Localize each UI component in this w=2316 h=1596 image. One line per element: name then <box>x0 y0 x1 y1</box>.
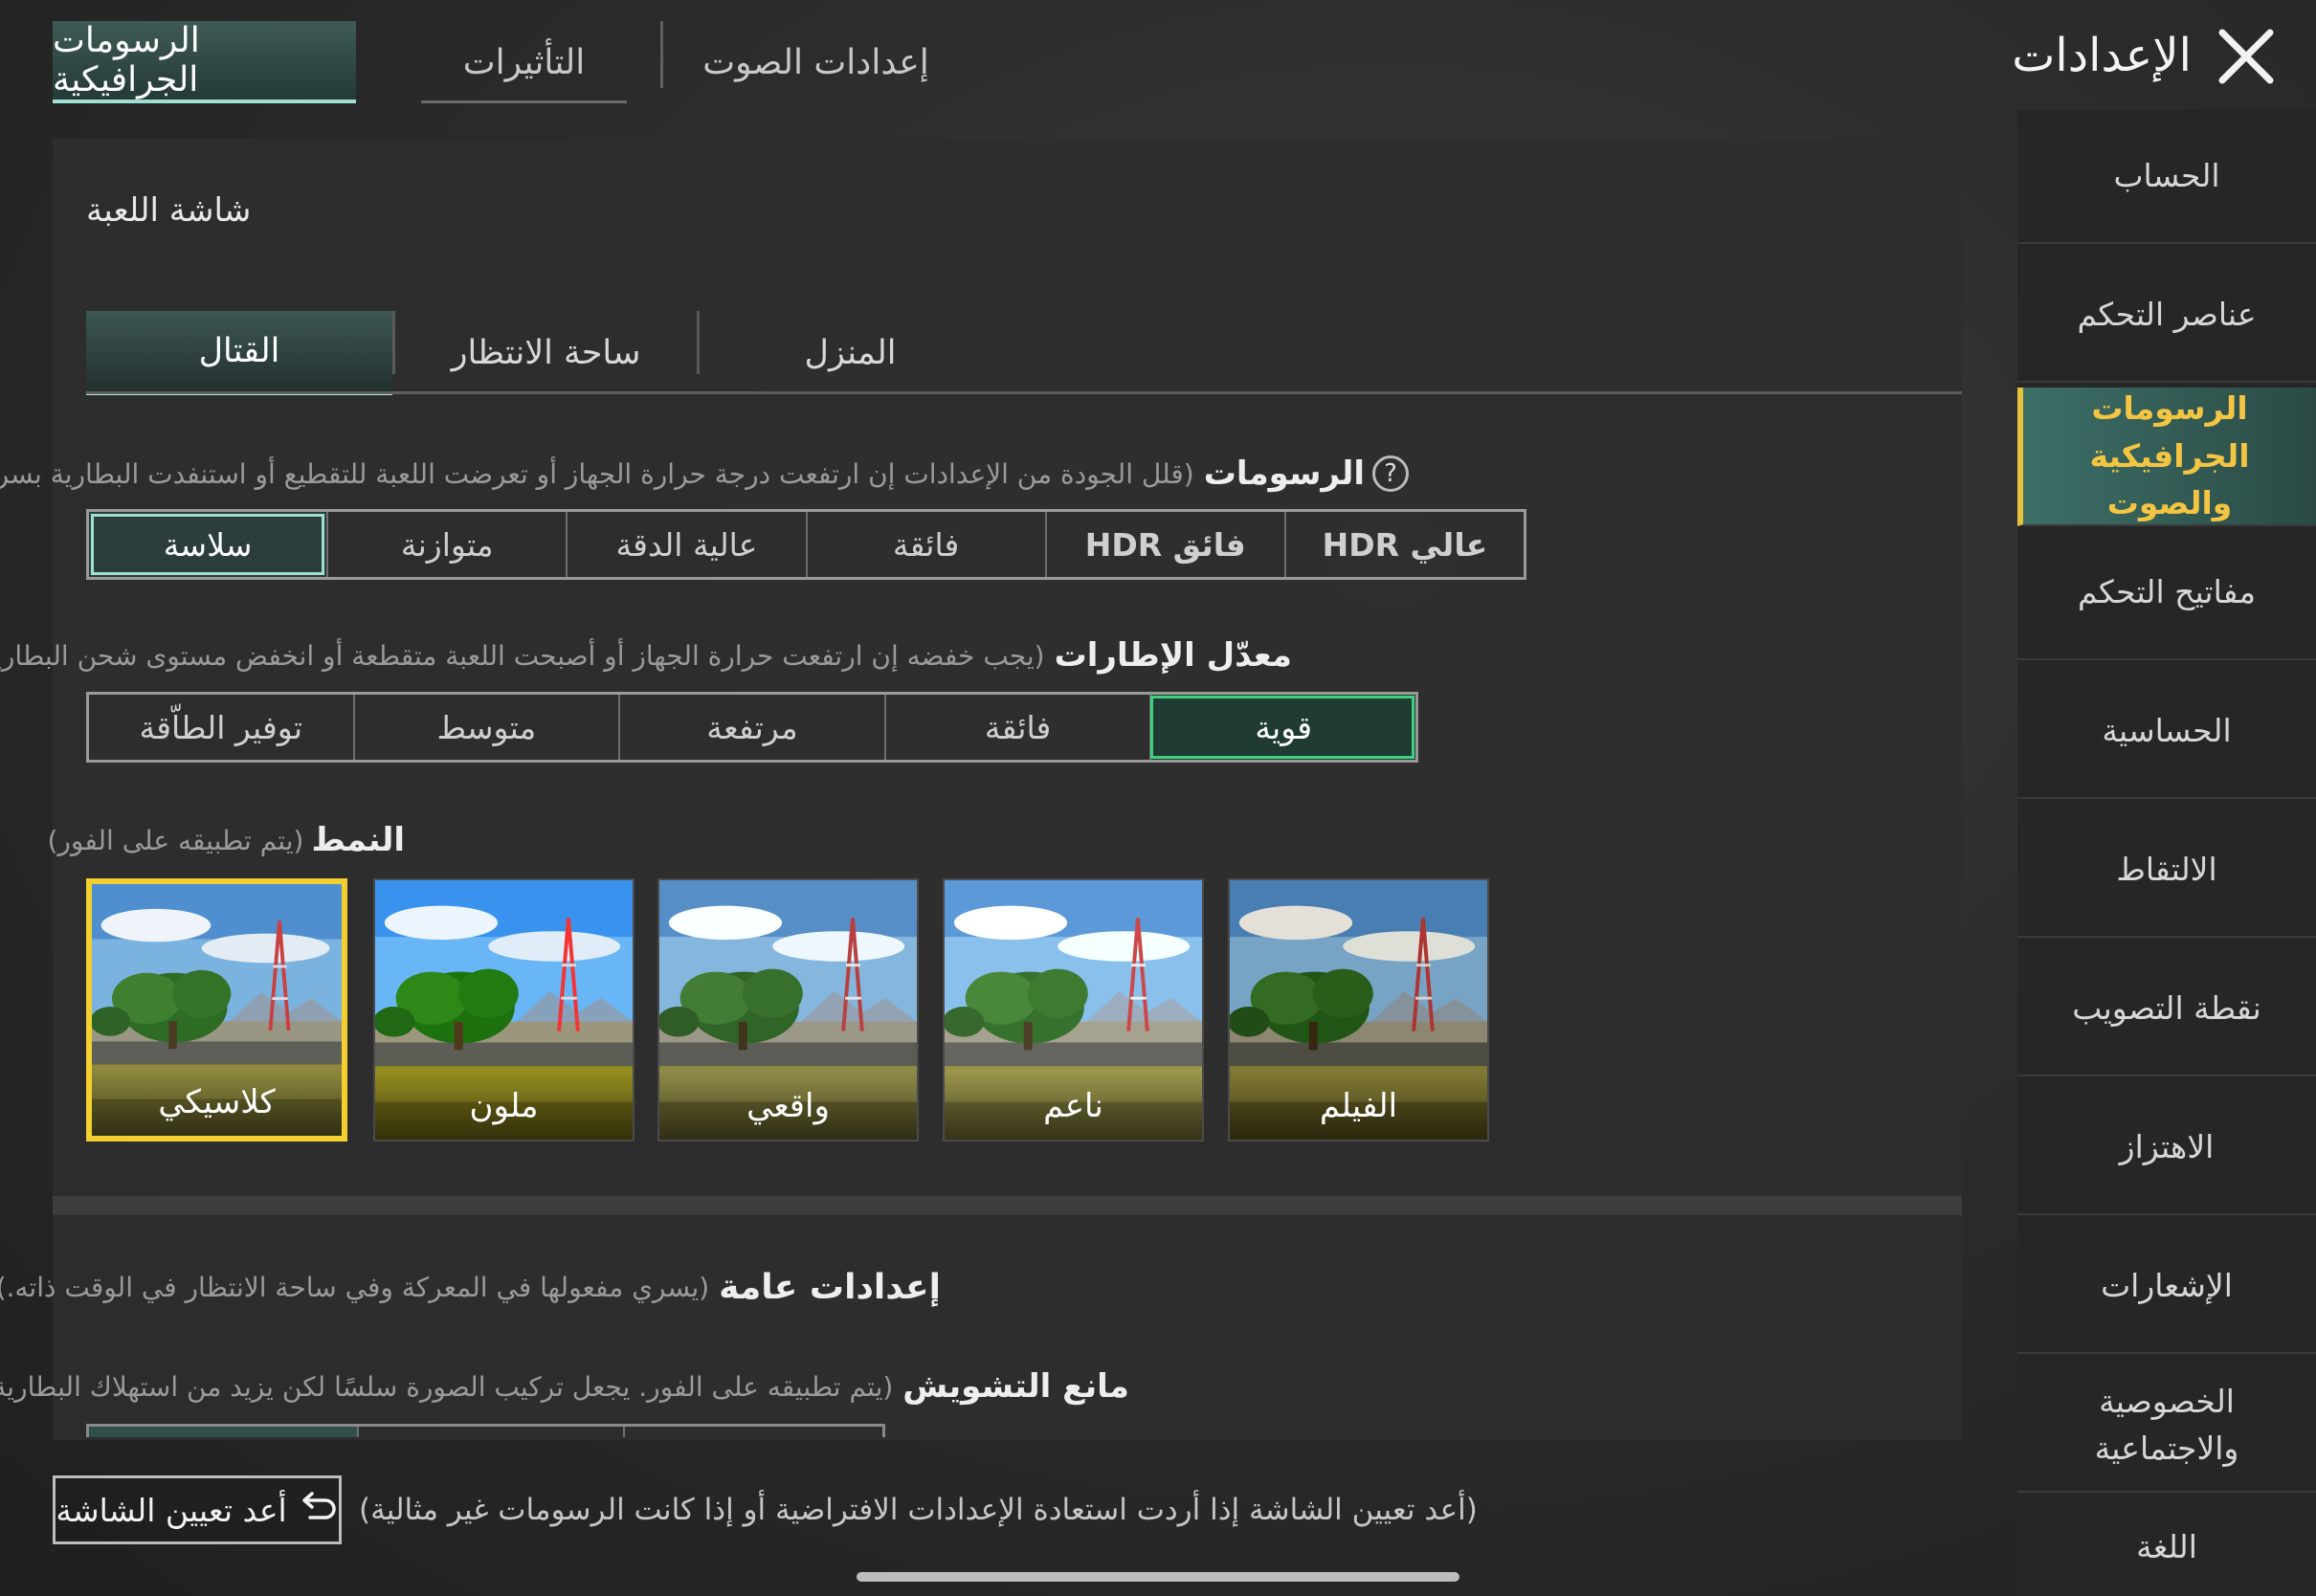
sidebar-item-control-keys[interactable]: مفاتيح التحكم <box>2017 526 2316 660</box>
style-label: النمط <box>311 821 405 859</box>
sidebar-item-label: الرسومات الجرافيكية والصوت <box>2089 389 2250 522</box>
general-settings-row: إعدادات عامة (يسري مفعولها في المعركة وف… <box>0 1261 941 1313</box>
sidebar-item-crosshair[interactable]: نقطة التصويب <box>2017 942 2316 1076</box>
tab-home-label: المنزل <box>804 334 897 372</box>
sidebar-item-label: مفاتيح التحكم <box>2077 573 2257 611</box>
tab-sound-settings[interactable]: إعدادات الصوت <box>689 21 943 103</box>
tab-combat[interactable]: القتال <box>86 311 392 395</box>
close-icon[interactable] <box>2213 23 2280 90</box>
frame-rate-hint: (يجب خفضه إن ارتفعت حرارة الجهاز أو أصبح… <box>0 639 1045 672</box>
style-caption: الفيلم <box>1230 1073 1487 1140</box>
frame-rate-label: معدّل الإطارات <box>1054 636 1292 675</box>
sidebar-item-label: الإشعارات <box>2101 1267 2233 1305</box>
general-settings-hint: (يسري مفعولها في المعركة وفي ساحة الانتظ… <box>0 1271 710 1303</box>
sidebar-item-label: الالتقاط <box>2116 851 2217 889</box>
graphics-quality-selector: سلاسة متوازنة عالية الدقة فائقة HDR فائق… <box>86 509 1526 580</box>
reset-arrow-icon <box>301 1490 339 1530</box>
screen-section-title: شاشة اللعبة <box>86 191 252 230</box>
tab-sound-label: إعدادات الصوت <box>702 42 929 82</box>
frame-rate-option-ultra[interactable]: فائقة <box>883 695 1150 760</box>
graphics-hint: (قلل الجودة من الإعدادات إن ارتفعت درجة … <box>0 457 1194 490</box>
top-bar: الرسومات الجرافيكية التأثيرات إعدادات ال… <box>0 0 2316 134</box>
graphics-label: الرسومات <box>1203 454 1365 493</box>
graphics-option-high-hdr[interactable]: HDR عالي <box>1283 512 1524 577</box>
frame-rate-option-power-saving[interactable]: توفير الطاّقة <box>89 695 353 760</box>
page-title: الإعدادات <box>2012 29 2192 82</box>
sidebar-item-label: اللغة <box>2136 1527 2197 1565</box>
graphics-option-ultra[interactable]: فائقة <box>805 512 1045 577</box>
graphics-option-balanced[interactable]: متوازنة <box>326 512 566 577</box>
sidebar-item-label: نقطة التصويب <box>2072 989 2261 1028</box>
sidebar-item-label: الحساب <box>2113 157 2220 195</box>
reset-screen-button[interactable]: أعد تعيين الشاشة <box>53 1475 342 1544</box>
sidebar-item-graphics-audio[interactable]: الرسومات الجرافيكية والصوت <box>2017 388 2316 526</box>
tab-combat-label: القتال <box>198 332 280 370</box>
sidebar-item-label: عناصر التحكم <box>2077 296 2257 334</box>
style-option-classic[interactable]: كلاسيكي <box>86 878 347 1142</box>
section-divider <box>53 1196 1962 1215</box>
sidebar-item-pickup[interactable]: الالتقاط <box>2017 804 2316 938</box>
sidebar-item-language[interactable]: اللغة <box>2017 1497 2316 1596</box>
sidebar-item-vibration[interactable]: الاهتزاز <box>2017 1081 2316 1215</box>
reset-screen-hint: (أعد تعيين الشاشة إذا أردت استعادة الإعد… <box>359 1493 1478 1527</box>
anti-aliasing-row: مانع التشويش (يتم تطبيقه على الفور. يجعل… <box>0 1361 1129 1412</box>
tab-lobby-label: ساحة الانتظار <box>451 334 641 372</box>
anti-aliasing-label: مانع التشويش <box>902 1367 1129 1406</box>
style-caption: ناعم <box>945 1073 1202 1140</box>
style-option-colorful[interactable]: ملون <box>373 878 635 1142</box>
graphics-label-row: ? الرسومات (قلل الجودة من الإعدادات إن ا… <box>0 450 1409 498</box>
frame-rate-option-strong[interactable]: قوية <box>1149 695 1415 760</box>
style-option-film[interactable]: الفيلم <box>1228 878 1489 1142</box>
subtabs-underline <box>86 391 1962 394</box>
tab-effects[interactable]: التأثيرات <box>421 21 627 103</box>
sidebar-item-label: الخصوصية والاجتماعية <box>2094 1382 2239 1468</box>
sidebar-item-notifications[interactable]: الإشعارات <box>2017 1220 2316 1354</box>
frame-rate-label-row: معدّل الإطارات (يجب خفضه إن ارتفعت حرارة… <box>0 632 1292 679</box>
style-label-row: النمط (يتم تطبيقه على الفور) <box>47 816 405 864</box>
frame-rate-selector: توفير الطاّقة متوسط مرتفعة فائقة قوية <box>86 692 1418 763</box>
style-caption: واقعي <box>659 1073 917 1140</box>
tab-graphics[interactable]: الرسومات الجرافيكية <box>53 21 356 103</box>
sidebar-item-label: الاهتزاز <box>2119 1128 2215 1166</box>
anti-aliasing-selector[interactable] <box>86 1424 885 1437</box>
help-icon[interactable]: ? <box>1372 455 1409 492</box>
tab-graphics-label: الرسومات الجرافيكية <box>53 21 200 100</box>
sidebar-item-account[interactable]: الحساب <box>2017 110 2316 244</box>
graphics-option-hd[interactable]: عالية الدقة <box>566 512 805 577</box>
style-option-soft[interactable]: ناعم <box>943 878 1204 1142</box>
sidebar-item-label: الحساسية <box>2102 712 2232 750</box>
sidebar-item-controls[interactable]: عناصر التحكم <box>2017 249 2316 383</box>
tab-effects-label: التأثيرات <box>462 42 586 82</box>
style-caption: ملون <box>375 1073 633 1140</box>
graphics-option-smooth[interactable]: سلاسة <box>89 512 327 577</box>
tab-lobby[interactable]: ساحة الانتظار <box>395 311 697 395</box>
frame-rate-option-medium[interactable]: متوسط <box>352 695 619 760</box>
home-indicator[interactable] <box>857 1572 1459 1582</box>
style-hint: (يتم تطبيقه على الفور) <box>47 824 304 856</box>
general-settings-title: إعدادات عامة <box>719 1267 941 1307</box>
reset-screen-label: أعد تعيين الشاشة <box>56 1491 287 1529</box>
graphics-option-ultra-hdr[interactable]: HDR فائق <box>1044 512 1284 577</box>
style-option-realistic[interactable]: واقعي <box>657 878 919 1142</box>
tab-home[interactable]: المنزل <box>700 311 1001 395</box>
sidebar-item-sensitivity[interactable]: الحساسية <box>2017 665 2316 799</box>
anti-aliasing-hint: (يتم تطبيقه على الفور. يجعل تركيب الصورة… <box>0 1370 894 1403</box>
settings-sidebar: الحساب عناصر التحكم الرسومات الجرافيكية … <box>2017 110 2316 1596</box>
sidebar-item-privacy-social[interactable]: الخصوصية والاجتماعية <box>2017 1359 2316 1493</box>
frame-rate-option-high[interactable]: مرتفعة <box>618 695 884 760</box>
style-caption: كلاسيكي <box>92 1069 342 1136</box>
